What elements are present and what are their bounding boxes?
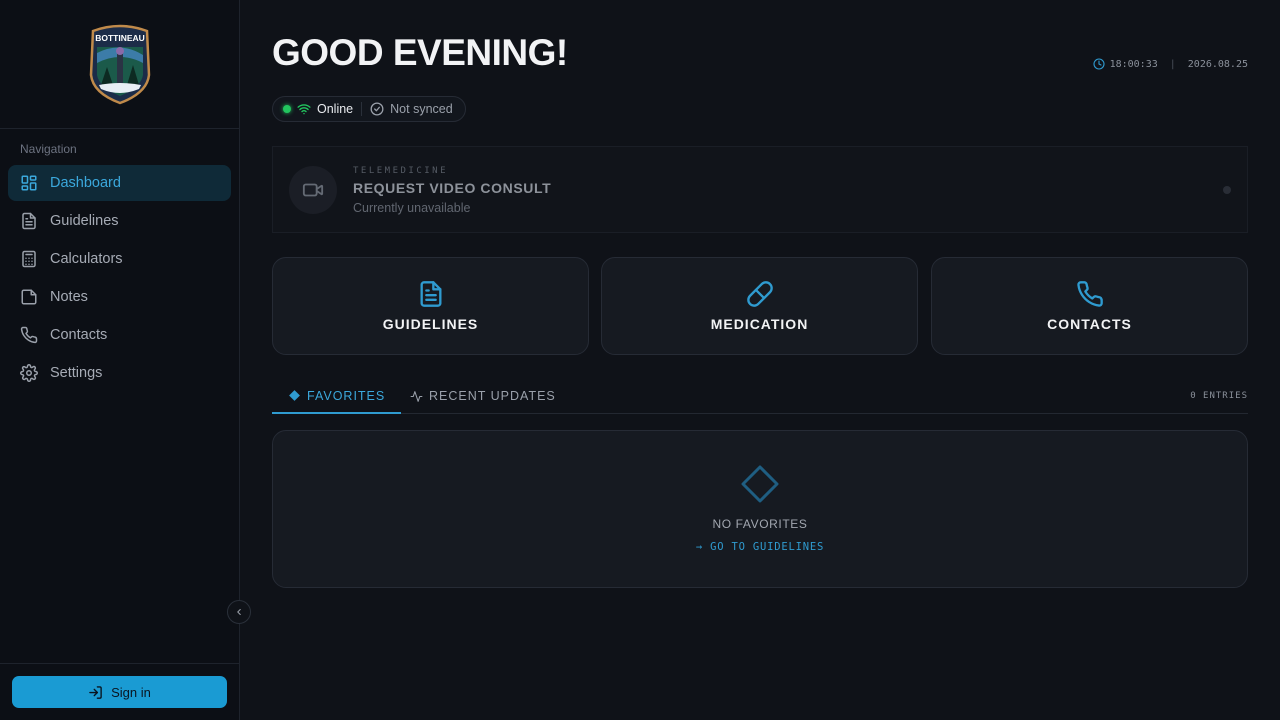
logo-text: BOTTINEAU [95,33,145,43]
tab-favorites-label: FAVORITES [307,388,386,403]
sidebar-item-label: Notes [50,289,88,305]
sidebar-item-label: Contacts [50,327,108,343]
activity-icon [410,390,423,402]
quick-guidelines-label: GUIDELINES [382,316,479,332]
calculator-icon [22,250,36,268]
chevron-left-icon [237,608,241,616]
telemedicine-eyebrow: TELEMEDICINE [353,166,449,176]
clock-icon [1093,58,1105,70]
connection-status: Online Not synced [272,96,466,122]
sidebar-item-label: Dashboard [50,175,121,191]
date-text: 2026.08.25 [1187,58,1248,70]
dashboard-icon [21,175,37,191]
go-to-guidelines-link[interactable]: → GO TO GUIDELINES [273,541,1247,553]
tab-favorites[interactable]: FAVORITES [272,379,402,414]
tab-recent-updates[interactable]: RECENT UPDATES [410,379,556,413]
logo-area: BOTTINEAU [0,0,239,129]
diamond-icon [289,390,300,401]
sidebar-item-label: Settings [50,365,103,381]
gear-icon [20,364,38,382]
video-camera-icon [302,183,324,197]
sidebar-item-label: Calculators [50,251,123,267]
sign-in-label: Sign in [111,684,151,700]
sidebar: BOTTINEAU Navigation Dashboard Guideline… [0,0,240,720]
video-consult-card: TELEMEDICINE REQUEST VIDEO CONSULT Curre… [272,146,1248,233]
sign-in-button[interactable]: Sign in [12,676,227,708]
tab-recent-label: RECENT UPDATES [429,389,556,403]
time-text: 18:00:33 [1109,58,1158,70]
diamond-outline-icon [741,465,779,503]
collapse-sidebar-button[interactable] [227,600,251,624]
phone-icon [1076,281,1103,307]
clock-readout: 18:00:33 | 2026.08.25 [1093,58,1248,70]
phone-icon [20,326,38,344]
sidebar-item-calculators[interactable]: Calculators [8,241,231,277]
quick-actions: GUIDELINES MEDICATION CONTACTS [272,257,1248,355]
page-title: GOOD EVENING! [272,32,568,73]
sidebar-item-guidelines[interactable]: Guidelines [8,203,231,239]
check-circle-icon [370,102,384,116]
sidebar-item-contacts[interactable]: Contacts [8,317,231,353]
sidebar-item-label: Guidelines [50,213,119,229]
no-favorites-label: NO FAVORITES [712,517,808,531]
quick-medication-button[interactable]: MEDICATION [601,257,918,355]
sidebar-nav: Dashboard Guidelines Calculators Notes C… [8,165,231,393]
note-icon [21,289,37,305]
quick-contacts-label: CONTACTS [1047,316,1132,332]
content-tabs: FAVORITES RECENT UPDATES 0 ENTRIES [272,379,1248,414]
availability-dot [1223,186,1231,194]
wifi-icon [297,104,311,115]
online-dot [283,105,291,113]
video-icon-wrap [289,166,337,214]
status-divider [361,102,363,116]
sidebar-item-dashboard[interactable]: Dashboard [8,165,231,201]
online-label: Online [317,102,354,116]
file-text-icon [420,281,441,307]
sync-label: Not synced [390,102,453,116]
main-content: GOOD EVENING! 18:00:33 | 2026.08.25 Onli… [272,0,1248,720]
favorites-panel: NO FAVORITES → GO TO GUIDELINES [272,430,1248,588]
pill-icon [746,281,773,307]
agency-logo: BOTTINEAU [89,24,150,105]
login-icon [89,685,102,699]
entries-count: 0 ENTRIES [1190,391,1248,401]
file-text-icon [22,212,36,230]
video-consult-title: REQUEST VIDEO CONSULT [353,180,552,196]
sidebar-item-notes[interactable]: Notes [8,279,231,315]
nav-heading: Navigation [20,142,77,156]
sidebar-item-settings[interactable]: Settings [8,355,231,391]
quick-guidelines-button[interactable]: GUIDELINES [272,257,589,355]
sidebar-footer: Sign in [0,663,239,720]
quick-medication-label: MEDICATION [710,316,809,332]
video-consult-status: Currently unavailable [353,201,471,215]
quick-contacts-button[interactable]: CONTACTS [931,257,1248,355]
clock-separator: | [1169,58,1176,70]
